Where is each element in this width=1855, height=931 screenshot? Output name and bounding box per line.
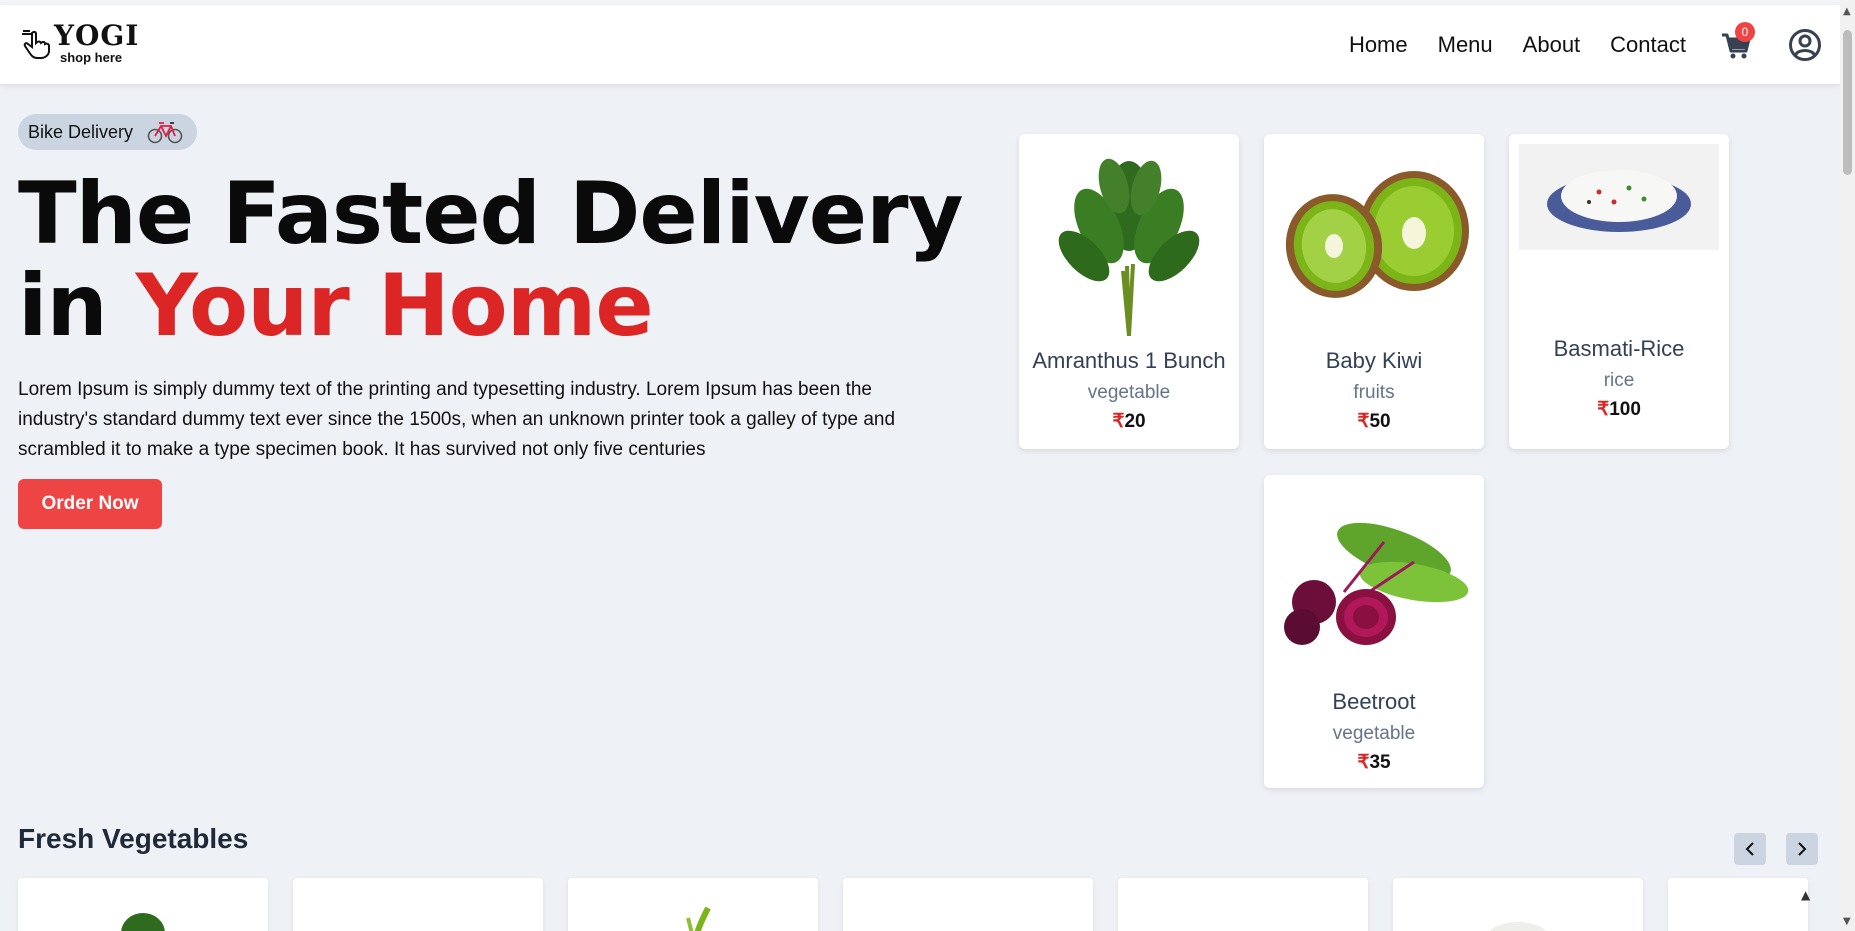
carousel-card[interactable] [1393,878,1643,931]
rupee-symbol: ₹ [1112,411,1125,432]
product-price: ₹100 [1597,398,1641,421]
carousel-card[interactable] [1118,878,1368,931]
carousel-prev-button[interactable] [1734,833,1766,865]
carousel-image-rice [1489,922,1547,931]
brand-tagline: shop here [60,49,123,65]
carousel-card[interactable] [18,878,268,931]
chevron-left-icon [1745,842,1754,856]
product-price: ₹50 [1357,410,1390,433]
bicycle-icon [147,122,183,144]
product-price: ₹20 [1112,410,1145,433]
product-image-amaranthus [1029,146,1229,336]
user-button[interactable] [1788,28,1822,62]
product-name: Baby Kiwi [1325,348,1423,373]
price-value: 100 [1609,399,1641,420]
rupee-symbol: ₹ [1597,399,1610,420]
product-name: Beetroot [1332,689,1416,714]
hero-title-highlight: Your Home [135,256,654,356]
carousel-image-vegetable [686,906,711,931]
product-name: Basmati-Rice [1553,336,1685,361]
nav-about[interactable]: About [1523,32,1581,58]
scroll-up-icon[interactable]: ▲ [1843,6,1851,17]
carousel-card[interactable] [568,878,818,931]
price-value: 50 [1369,411,1391,432]
product-name: Amranthus 1 Bunch [1032,348,1226,373]
product-card[interactable]: Basmati-Rice rice ₹100 [1509,134,1729,449]
hero-title-in: in [18,256,108,356]
product-image-beetroot [1274,487,1474,677]
carousel-image-amaranthus [121,913,165,931]
hero-title: The Fasted Delivery in Your Home [18,168,978,352]
caret-up-icon[interactable]: ▲ [1801,888,1810,902]
hero-description: Lorem Ipsum is simply dummy text of the … [18,379,896,460]
bike-delivery-badge: Bike Delivery [18,114,198,150]
carousel-card[interactable] [293,878,543,931]
product-image-rice [1519,144,1719,250]
product-category: vegetable [1087,382,1171,403]
main-nav: Home Menu About Contact 0 [1319,21,1822,62]
product-category: rice [1603,370,1635,391]
rupee-symbol: ₹ [1357,411,1370,432]
nav-contact[interactable]: Contact [1610,32,1686,58]
scrollbar-thumb[interactable] [1843,30,1852,175]
rupee-symbol: ₹ [1357,752,1370,773]
section-title: Fresh Vegetables [18,823,249,854]
carousel-card[interactable] [1668,878,1808,931]
product-card[interactable]: Baby Kiwi fruits ₹50 [1264,134,1484,449]
badge-label: Bike Delivery [28,121,134,142]
scroll-down-icon[interactable]: ▼ [1843,916,1851,927]
hero-title-line1: The Fasted Delivery [18,164,964,264]
nav-home[interactable]: Home [1349,32,1408,58]
brand-name: YOGI [54,18,140,52]
brand-logo[interactable]: YOGI shop here [18,18,140,69]
cart-count-badge: 0 [1735,21,1755,42]
cart-button[interactable]: 0 [1720,21,1755,61]
product-card[interactable]: Amranthus 1 Bunch vegetable ₹20 [1019,134,1239,449]
hand-pointer-icon [22,29,50,59]
product-image-kiwi [1274,146,1474,336]
user-circle-icon [1789,28,1821,61]
carousel-card[interactable] [843,878,1093,931]
navbar: YOGI shop here Home Menu About Contact 0 [0,5,1840,84]
nav-menu[interactable]: Menu [1438,32,1493,58]
carousel-next-button[interactable] [1786,833,1818,865]
price-value: 20 [1124,411,1146,432]
price-value: 35 [1369,752,1391,773]
product-price: ₹35 [1357,751,1390,774]
chevron-right-icon [1798,842,1807,856]
page-scrollbar[interactable]: ▲ ▼ [1840,0,1855,931]
product-category: vegetable [1332,723,1416,744]
order-now-button[interactable]: Order Now [18,479,162,529]
product-card[interactable]: Beetroot vegetable ₹35 [1264,475,1484,788]
product-category: fruits [1353,382,1395,403]
